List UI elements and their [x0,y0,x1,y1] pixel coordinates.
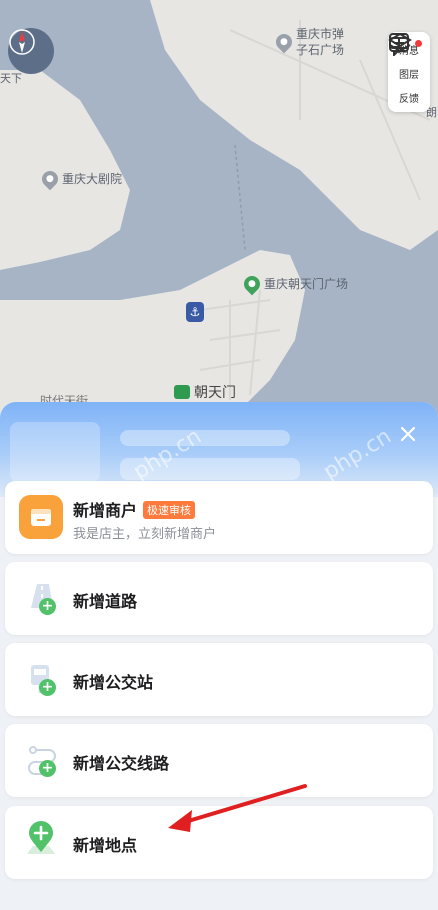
card-title: 新增地点 [73,836,138,855]
plus-icon: + [39,760,56,777]
unread-badge [415,40,422,47]
tool-label: 反馈 [399,94,419,105]
poi-label: 重庆市弹 [296,27,345,41]
add-bus-route-card[interactable]: + 新增公交线路 [5,724,433,797]
park-icon: ● [240,272,264,295]
close-icon [400,426,416,442]
close-button[interactable] [398,424,418,444]
feedback-button[interactable]: 反馈 [388,33,430,108]
poi-chaotianmen-square[interactable]: ● 重庆朝天门广场 [240,272,349,295]
bus-stop-icon: + [19,657,63,701]
poi-label: 天下 [0,72,22,85]
plus-icon: + [39,679,56,696]
compass-icon [9,29,35,55]
poi-fragment: 天下 [0,70,22,86]
shop-icon [19,495,63,539]
card-title: 新增商户 极速审核 [73,497,196,521]
ferry-anchor-icon[interactable]: ⚓ [186,302,204,322]
add-road-card[interactable]: + 新增道路 [5,562,433,635]
fast-review-badge: 极速审核 [143,501,196,519]
add-location-card[interactable]: 新增地点 [5,806,433,879]
plus-icon: + [39,598,56,615]
card-subtitle: 我是店主，立刻新增商户 [73,527,217,542]
location-icon [19,820,63,864]
card-title: 新增公交站 [73,673,154,692]
tool-label: 图层 [399,70,419,81]
blurred-banner-image [10,422,100,482]
feedback-icon [389,33,409,54]
layers-button[interactable]: 图层 [388,32,430,84]
map-tools-panel: 消息 图层 反馈 [388,32,430,112]
road-icon: + [19,576,63,620]
compass-button[interactable] [8,28,54,74]
poi-icon: ● [272,30,296,54]
poi-label: 朝天门 [194,385,236,401]
card-title: 新增道路 [73,592,138,611]
add-bus-stop-card[interactable]: + 新增公交站 [5,643,433,716]
metro-icon [174,385,190,399]
merchant-title: 新增商户 [73,501,138,520]
poi-grand-theatre[interactable]: ● 重庆大剧院 [38,167,123,190]
add-merchant-card[interactable]: 新增商户 极速审核 我是店主，立刻新增商户 [5,481,433,554]
poi-label: 重庆大剧院 [62,172,123,186]
poi-label: 重庆朝天门广场 [264,277,349,291]
poi-danzishi[interactable]: ● 重庆市弹 子石广场 [272,26,345,58]
poi-chaotianmen[interactable]: 朝天门 [174,382,236,402]
bus-route-icon: + [19,738,63,782]
map-canvas [0,0,438,430]
add-place-sheet: php.cn php.cn 新增商户 极速审核 我是店主，立刻新增商户 + 新增道… [0,402,438,910]
poi-icon: ● [38,167,62,190]
card-title: 新增公交线路 [73,754,170,773]
map-view[interactable]: ● 重庆市弹 子石广场 ● 重庆大剧院 ● 重庆朝天门广场 朝天门 天下 朗 时… [0,0,438,430]
poi-label: 子石广场 [296,43,345,57]
